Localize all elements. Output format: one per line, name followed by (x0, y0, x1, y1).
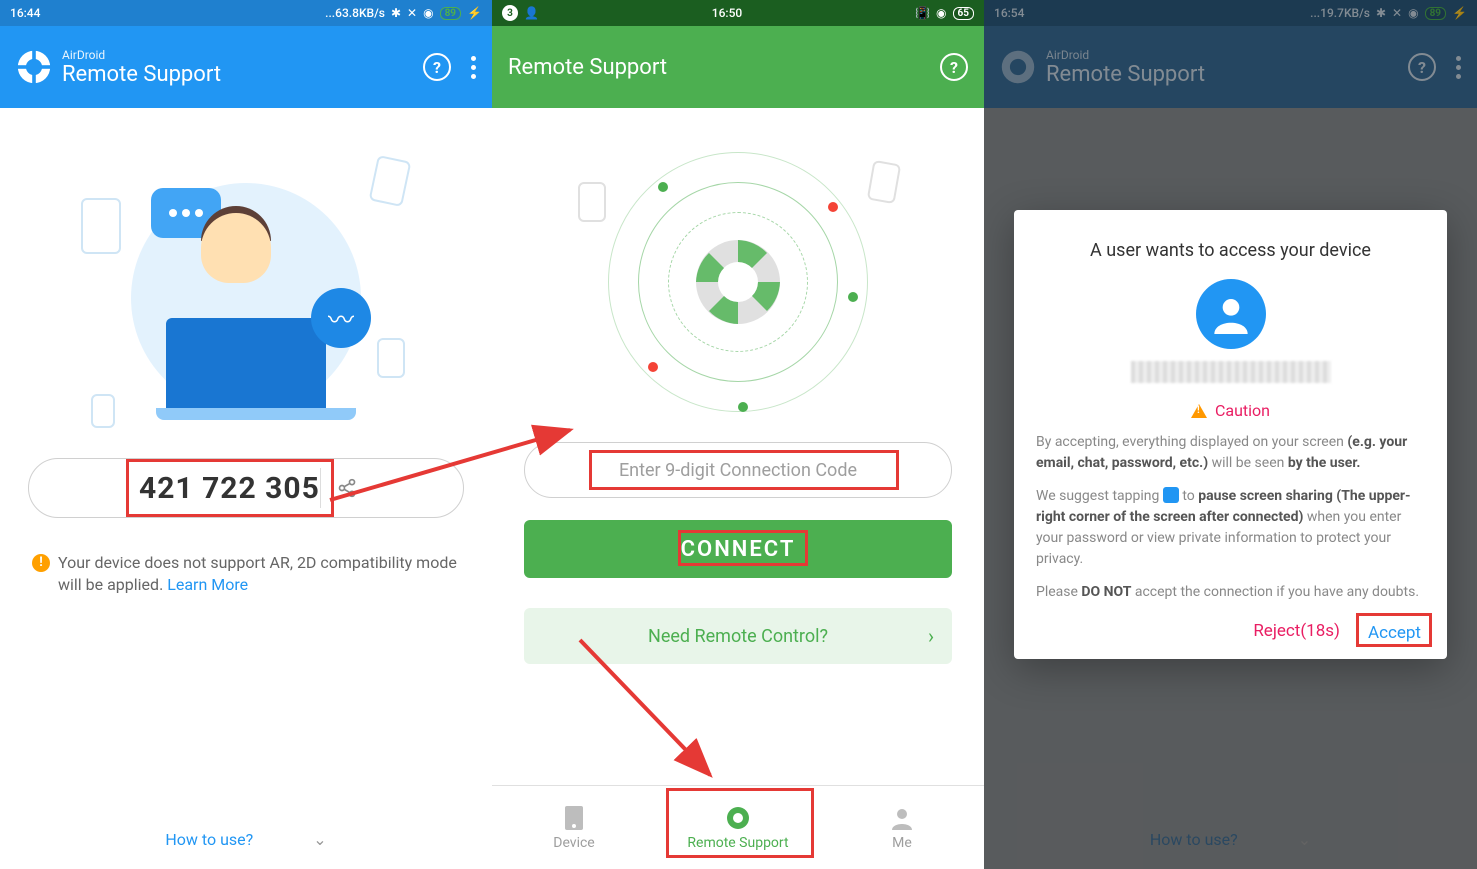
app-title: Remote Support (508, 55, 940, 80)
warning-text: Your device does not support AR, 2D comp… (58, 553, 457, 594)
bluetooth-icon: ✱ (391, 6, 401, 20)
access-request-dialog: A user wants to access your device Cauti… (1014, 210, 1447, 659)
dialog-body: By accepting, everything displayed on yo… (1036, 432, 1425, 603)
person-icon: 👤 (524, 6, 539, 20)
pause-inline-icon (1163, 487, 1179, 503)
share-icon (337, 478, 357, 498)
reject-button[interactable]: Reject(18s) (1253, 621, 1340, 645)
support-illustration: 〰 (91, 158, 401, 438)
phone-screen-1: 16:44 ...63.8KB/s ✱ ✕ ◉ 89 ⚡ AirDroid Re… (0, 0, 492, 869)
wifi-icon: ◉ (936, 6, 946, 20)
charge-icon: ⚡ (467, 6, 482, 20)
bottom-navigation: Device Remote Support Me (492, 785, 984, 869)
status-bar: 16:44 ...63.8KB/s ✱ ✕ ◉ 89 ⚡ (0, 0, 492, 26)
ar-warning: ! Your device does not support AR, 2D co… (28, 552, 464, 597)
dialog-title: A user wants to access your device (1036, 240, 1425, 261)
accept-button[interactable]: Accept (1364, 621, 1425, 645)
help-icon[interactable]: ? (423, 53, 451, 81)
need-remote-link[interactable]: Need Remote Control? › (524, 608, 952, 664)
heartbeat-badge-icon: 〰 (311, 288, 371, 348)
orbit-illustration (608, 152, 868, 412)
modal-overlay: A user wants to access your device Cauti… (984, 0, 1477, 869)
connection-code-row: 421 722 305 (28, 458, 464, 518)
lifebuoy-icon (688, 232, 788, 332)
dnd-icon: ✕ (407, 6, 417, 20)
vibrate-icon: 📳 (915, 6, 930, 20)
status-time: 16:50 (712, 6, 742, 20)
notif-count: 3 (502, 5, 518, 21)
nav-me[interactable]: Me (820, 786, 984, 869)
status-right: ...63.8KB/s ✱ ✕ ◉ 89 ⚡ (325, 6, 482, 20)
learn-more-link[interactable]: Learn More (167, 575, 248, 594)
battery-badge: 89 (440, 7, 461, 20)
app-header: AirDroid Remote Support ? (0, 26, 492, 108)
connection-code-input[interactable]: Enter 9-digit Connection Code (524, 442, 952, 498)
phone-screen-2: 3 👤 16:50 📳 ◉ 65 Remote Support ? (492, 0, 984, 869)
phone-screen-3: 16:54 ...19.7KB/s ✱ ✕ ◉ 89 ⚡ AirDroid Re… (984, 0, 1477, 869)
lifebuoy-logo (16, 49, 52, 85)
app-header: Remote Support ? (492, 26, 984, 108)
me-icon (889, 805, 915, 831)
help-icon[interactable]: ? (940, 53, 968, 81)
need-remote-label: Need Remote Control? (648, 626, 828, 647)
input-placeholder: Enter 9-digit Connection Code (619, 460, 857, 481)
caution-triangle-icon (1191, 404, 1207, 418)
lifebuoy-nav-icon (725, 805, 751, 831)
user-avatar-icon (1196, 279, 1266, 349)
warning-icon: ! (32, 554, 50, 572)
chevron-right-icon: › (928, 624, 934, 648)
share-button[interactable] (320, 468, 374, 508)
overflow-menu-icon[interactable] (471, 56, 476, 79)
connection-code: 421 722 305 (139, 471, 320, 506)
connect-label: CONNECT (681, 537, 796, 562)
app-subtitle: AirDroid (62, 48, 423, 62)
app-title: Remote Support (62, 62, 423, 87)
connect-button[interactable]: CONNECT (524, 520, 952, 578)
how-to-use-link[interactable]: How to use?⌄ (0, 830, 492, 849)
nav-device[interactable]: Device (492, 786, 656, 869)
status-net: ...63.8KB/s (325, 6, 385, 20)
status-time: 16:44 (10, 6, 40, 20)
wifi-icon: ◉ (423, 6, 433, 20)
status-bar: 3 👤 16:50 📳 ◉ 65 (492, 0, 984, 26)
caution-heading: Caution (1036, 401, 1425, 420)
chevron-down-icon: ⌄ (313, 830, 326, 849)
device-icon (561, 805, 587, 831)
requester-name-redacted (1131, 361, 1331, 383)
battery-badge: 65 (953, 7, 974, 20)
nav-remote-support[interactable]: Remote Support (656, 786, 820, 869)
